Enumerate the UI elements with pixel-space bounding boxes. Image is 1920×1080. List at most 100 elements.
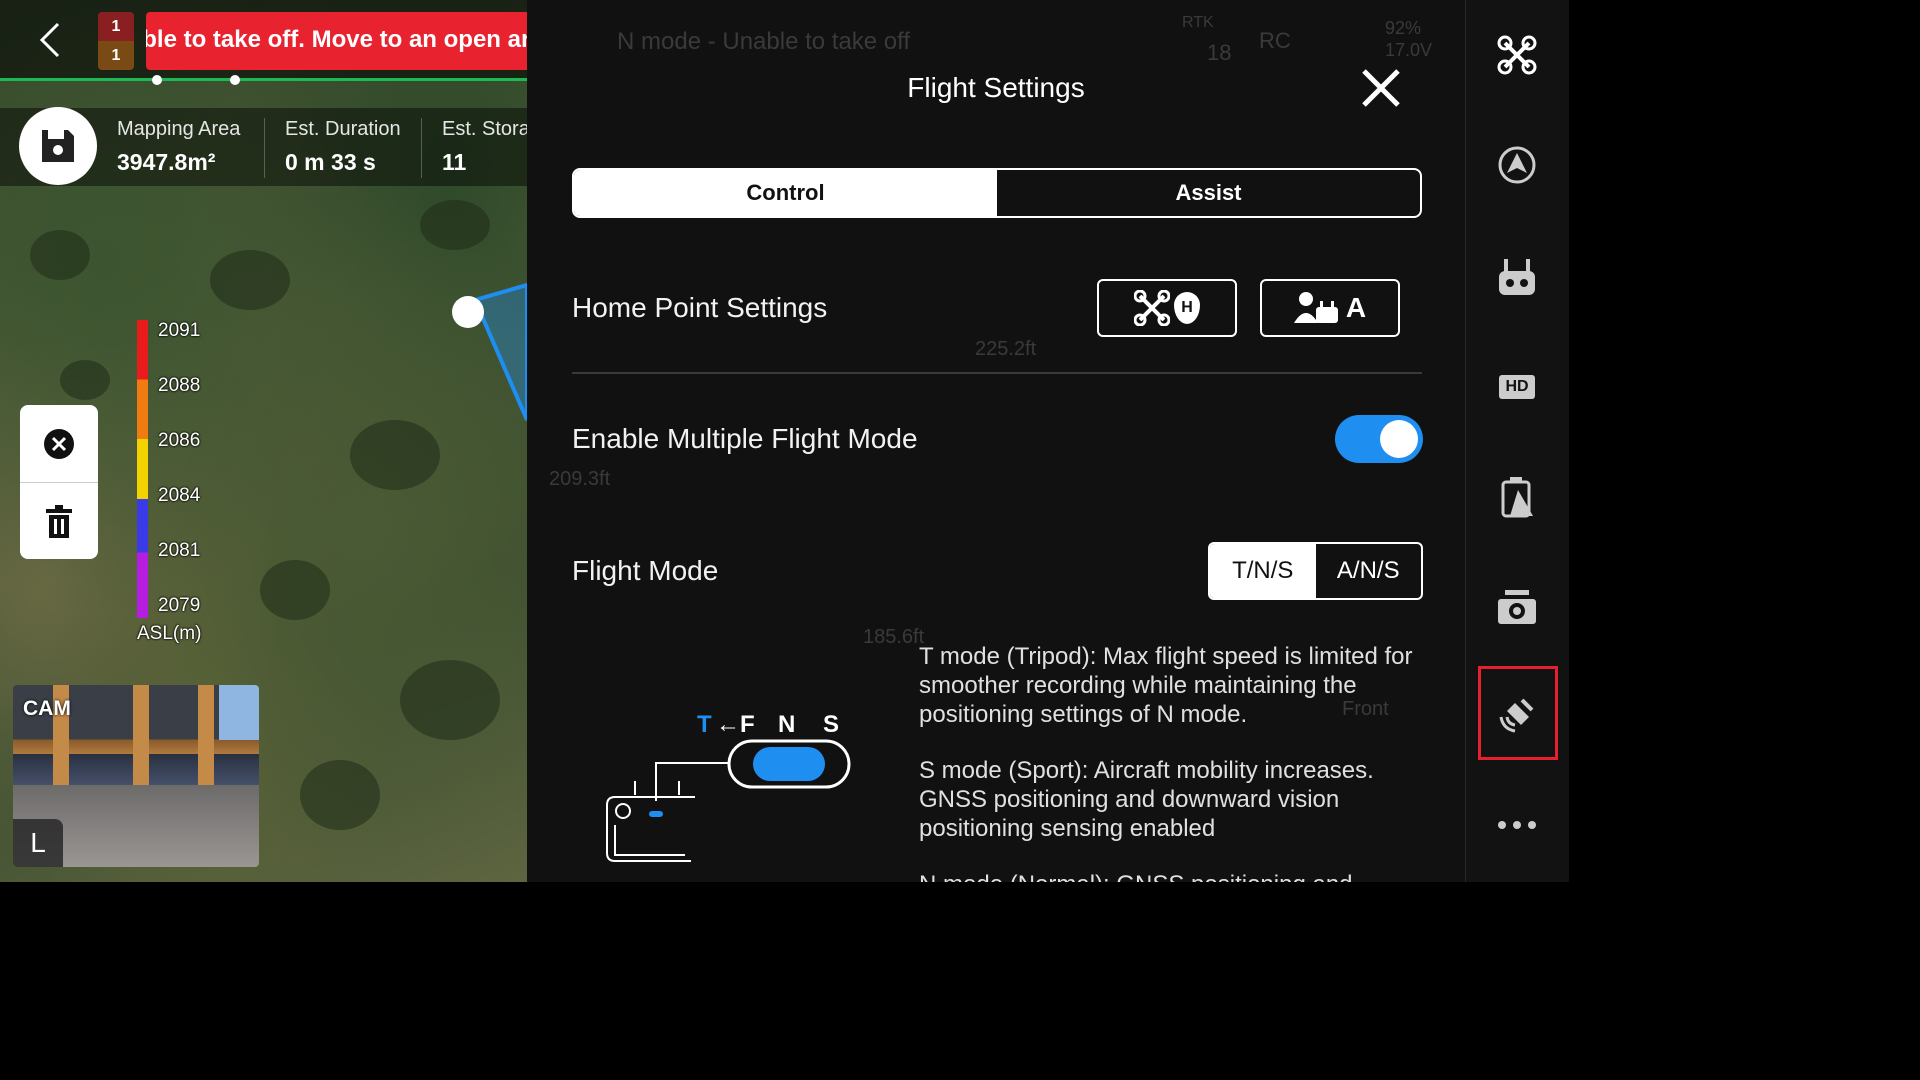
home-pin-icon: H: [1174, 292, 1200, 324]
hd-transmission-icon: HD: [1499, 375, 1535, 399]
rail-more-button[interactable]: [1492, 800, 1542, 850]
pilot-rc-icon: [1293, 292, 1338, 323]
altitude-tick: 2081: [158, 540, 201, 561]
rail-rc-button[interactable]: [1492, 252, 1542, 302]
flight-mode-label: Flight Mode: [572, 555, 719, 586]
rail-transmission-button[interactable]: HD: [1492, 362, 1542, 412]
ghost-status-text: N mode - Unable to take off: [617, 28, 911, 55]
warning-count-red: 1: [98, 12, 134, 41]
mapping-area-stat: Mapping Area 3947.8m²: [117, 118, 240, 176]
warning-count-badge[interactable]: 1 1: [98, 12, 134, 70]
save-icon: [42, 130, 74, 162]
altitude-tick: 2086: [158, 430, 201, 451]
map-texture: [300, 760, 380, 830]
ghost-rtk: RTK: [1182, 14, 1214, 31]
camera-preview[interactable]: CAM L: [13, 685, 259, 867]
camera-label: CAM: [23, 697, 71, 720]
t-mode-description: T mode (Tripod): Max flight speed is lim…: [919, 643, 1413, 728]
back-button[interactable]: [30, 18, 70, 62]
tab-assist[interactable]: Assist: [997, 170, 1420, 216]
mapping-area-label: Mapping Area: [117, 118, 241, 140]
delete-button[interactable]: [20, 483, 98, 560]
camera-scene: [198, 685, 214, 785]
close-circle-icon: [44, 428, 74, 459]
ghost-distance: 225.2ft: [975, 338, 1037, 360]
route-progress-line: [0, 78, 527, 81]
map-texture: [30, 230, 90, 280]
camera-mode-label: L: [30, 827, 46, 858]
map-texture: [350, 420, 440, 490]
altitude-tick: 2079: [158, 595, 201, 616]
warning-text: Unable to take off. Move to an open area: [146, 26, 527, 53]
ghost-distance: 185.6ft: [863, 626, 925, 648]
rc-switch-icon: [606, 739, 851, 862]
section-divider: [572, 372, 1422, 374]
battery-icon: [1501, 477, 1533, 518]
close-icon[interactable]: [1359, 66, 1403, 110]
obstacle-avoidance-icon: [1498, 146, 1536, 184]
trash-icon: [46, 504, 72, 538]
flight-mode-selector: T/N/S A/N/S: [1208, 542, 1423, 600]
home-point-rc-button[interactable]: A: [1260, 279, 1400, 337]
altitude-tick: 2091: [158, 320, 201, 341]
flight-mode-option-tns[interactable]: T/N/S: [1210, 544, 1316, 598]
rail-battery-button[interactable]: [1492, 472, 1542, 522]
duration-value: 0 m 33 s: [285, 149, 376, 175]
waypoint-marker[interactable]: [452, 296, 484, 328]
drone-icon: [1134, 290, 1170, 326]
flight-mode-option-ans[interactable]: A/N/S: [1316, 544, 1422, 598]
tab-control[interactable]: Control: [574, 170, 997, 216]
camera-icon: [1498, 590, 1536, 624]
rail-rtk-button[interactable]: [1492, 690, 1542, 740]
home-point-label: Home Point Settings: [572, 292, 828, 323]
map-texture: [400, 660, 500, 740]
altitude-unit: ASL(m): [137, 623, 202, 644]
chevron-left-icon: [39, 22, 60, 58]
rail-camera-button[interactable]: [1492, 582, 1542, 632]
s-mode-description: S mode (Sport): Aircraft mobility increa…: [919, 757, 1374, 842]
map-view[interactable]: 1 1 Unable to take off. Move to an open …: [0, 0, 527, 882]
rail-aircraft-button[interactable]: [1492, 30, 1542, 80]
multi-flight-mode-label: Enable Multiple Flight Mode: [572, 423, 918, 454]
warning-count-orange: 1: [98, 41, 134, 70]
duration-label: Est. Duration: [285, 118, 401, 140]
rc-mode-switch-diagram: T ←F N S: [605, 705, 865, 875]
progress-marker: [152, 75, 162, 85]
camera-scene: [219, 685, 259, 740]
ghost-rc: RC: [1259, 28, 1291, 53]
rtk-icon: [1499, 698, 1534, 733]
multi-flight-mode-toggle[interactable]: [1335, 415, 1423, 463]
rc-home-letter: A: [1345, 292, 1367, 323]
camera-scene: [133, 685, 149, 785]
remote-controller-icon: [1499, 259, 1535, 295]
altitude-color-scale: [137, 320, 148, 618]
settings-tabs: Control Assist: [572, 168, 1422, 218]
map-texture: [210, 250, 290, 310]
storage-value: 11: [442, 149, 467, 175]
camera-mode-button[interactable]: L: [13, 819, 63, 867]
map-texture: [60, 360, 110, 400]
ghost-distance: 209.3ft: [549, 468, 611, 490]
map-texture: [420, 200, 490, 250]
panel-title: Flight Settings: [907, 72, 1085, 103]
takeoff-warning-banner[interactable]: Unable to take off. Move to an open area: [146, 12, 527, 70]
save-button[interactable]: [19, 107, 97, 185]
ghost-satellites: 18: [1207, 40, 1232, 65]
home-point-aircraft-button[interactable]: H: [1097, 279, 1237, 337]
clear-button[interactable]: [20, 405, 98, 482]
storage-stat: Est. Storage 11: [442, 118, 527, 176]
flight-settings-panel: N mode - Unable to take off RTK 18 RC 92…: [527, 0, 1465, 882]
stat-divider: [421, 118, 422, 178]
stat-divider: [264, 118, 265, 178]
aircraft-icon: [1497, 35, 1537, 75]
n-mode-description: N mode (Normal): GNSS positioning and: [919, 870, 1439, 882]
duration-stat: Est. Duration 0 m 33 s: [285, 118, 401, 176]
storage-label: Est. Storage: [442, 118, 527, 140]
altitude-tick: 2084: [158, 485, 201, 506]
ghost-battery-volt: 17.0V: [1385, 40, 1433, 60]
progress-marker: [230, 75, 240, 85]
toggle-knob: [1380, 420, 1418, 458]
settings-rail: HD: [1465, 0, 1569, 882]
rail-safety-button[interactable]: [1492, 140, 1542, 190]
mapping-area-value: 3947.8m²: [117, 149, 216, 175]
